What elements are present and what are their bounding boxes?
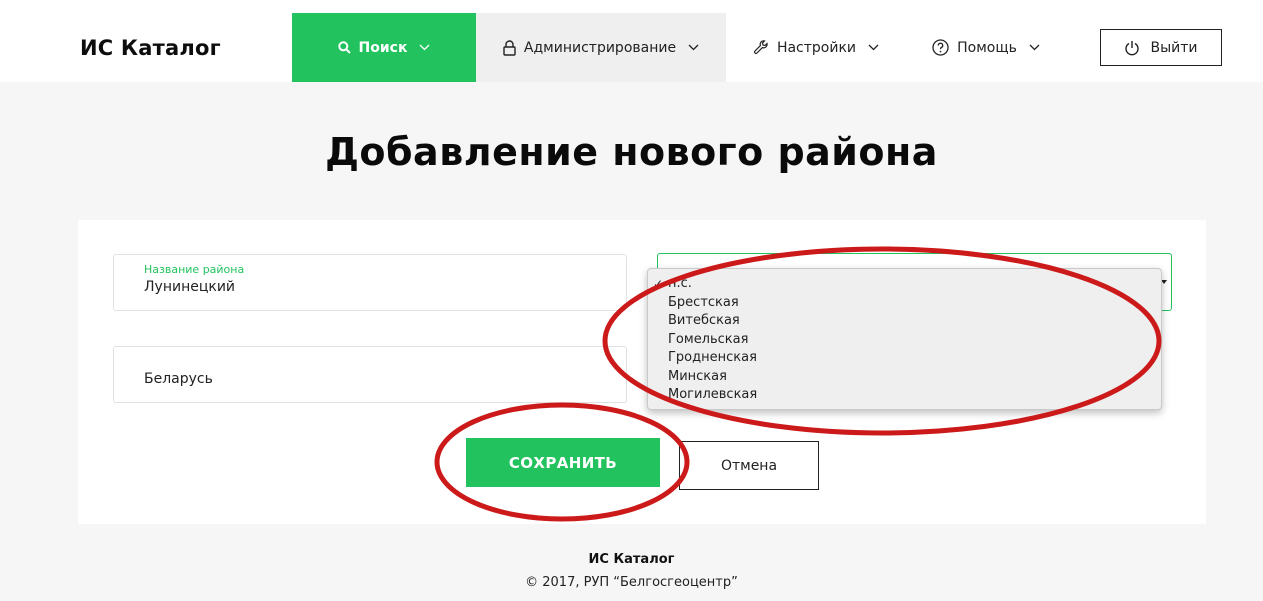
- dropdown-option-label: Минская: [668, 368, 727, 384]
- dropdown-option[interactable]: Гомельская: [648, 331, 1161, 350]
- dropdown-option[interactable]: Могилевская: [648, 386, 1161, 405]
- district-name-value[interactable]: Лунинецкий: [144, 279, 235, 295]
- chevron-down-icon: [420, 44, 430, 51]
- help-icon: [932, 39, 949, 56]
- power-icon: [1125, 40, 1140, 55]
- checkmark-icon: ✓: [653, 277, 664, 291]
- logout-button[interactable]: Выйти: [1100, 29, 1222, 66]
- search-icon: [337, 41, 351, 54]
- wrench-icon: [753, 39, 768, 54]
- top-navbar: ИС Каталог Поиск Администрирование Настр…: [0, 0, 1263, 82]
- country-value[interactable]: Беларусь: [144, 371, 213, 387]
- dropdown-option-label: Гомельская: [668, 331, 749, 347]
- nav-admin-menu[interactable]: Администрирование: [476, 13, 726, 82]
- app-logo[interactable]: ИС Каталог: [80, 36, 221, 60]
- save-button[interactable]: СОХРАНИТЬ: [466, 438, 660, 487]
- dropdown-option-label: Могилевская: [668, 387, 758, 402]
- dropdown-option-label: Гродненская: [668, 350, 757, 365]
- dropdown-option[interactable]: Брестская: [648, 294, 1161, 313]
- nav-search-menu[interactable]: Поиск: [292, 13, 476, 82]
- cancel-button[interactable]: Отмена: [679, 441, 819, 490]
- dropdown-option-label: Витебская: [668, 313, 740, 328]
- nav-help-label: Помощь: [957, 39, 1017, 56]
- lock-icon: [503, 39, 516, 56]
- dropdown-option-label: н.с.: [668, 276, 692, 291]
- dropdown-option[interactable]: ✓ н.с.: [648, 275, 1161, 294]
- chevron-down-icon: [1029, 44, 1040, 51]
- footer-copyright: © 2017, РУП “Белгосгеоцентр”: [525, 575, 738, 590]
- nav-admin-label: Администрирование: [523, 39, 677, 56]
- dropdown-option[interactable]: Минская: [648, 368, 1161, 387]
- nav-help-menu[interactable]: Помощь: [916, 13, 1056, 82]
- logout-label: Выйти: [1150, 39, 1198, 56]
- district-name-label: Название района: [144, 263, 245, 276]
- dropdown-option[interactable]: Витебская: [648, 312, 1161, 331]
- district-name-field[interactable]: Название района Лунинецкий: [113, 254, 627, 311]
- dropdown-option[interactable]: Гродненская: [648, 349, 1161, 368]
- region-dropdown-list: ✓ н.с. Брестская Витебская Гомельская Гр…: [647, 268, 1162, 410]
- nav-search-label: Поиск: [358, 39, 408, 56]
- chevron-down-icon: [688, 44, 699, 51]
- page-title: Добавление нового района: [325, 130, 938, 174]
- chevron-down-icon: [868, 44, 879, 51]
- nav-settings-menu[interactable]: Настройки: [736, 13, 896, 82]
- nav-settings-label: Настройки: [776, 39, 857, 56]
- dropdown-option-label: Брестская: [668, 294, 739, 310]
- country-field[interactable]: Беларусь: [113, 346, 627, 403]
- footer-title: ИС Каталог: [588, 552, 675, 567]
